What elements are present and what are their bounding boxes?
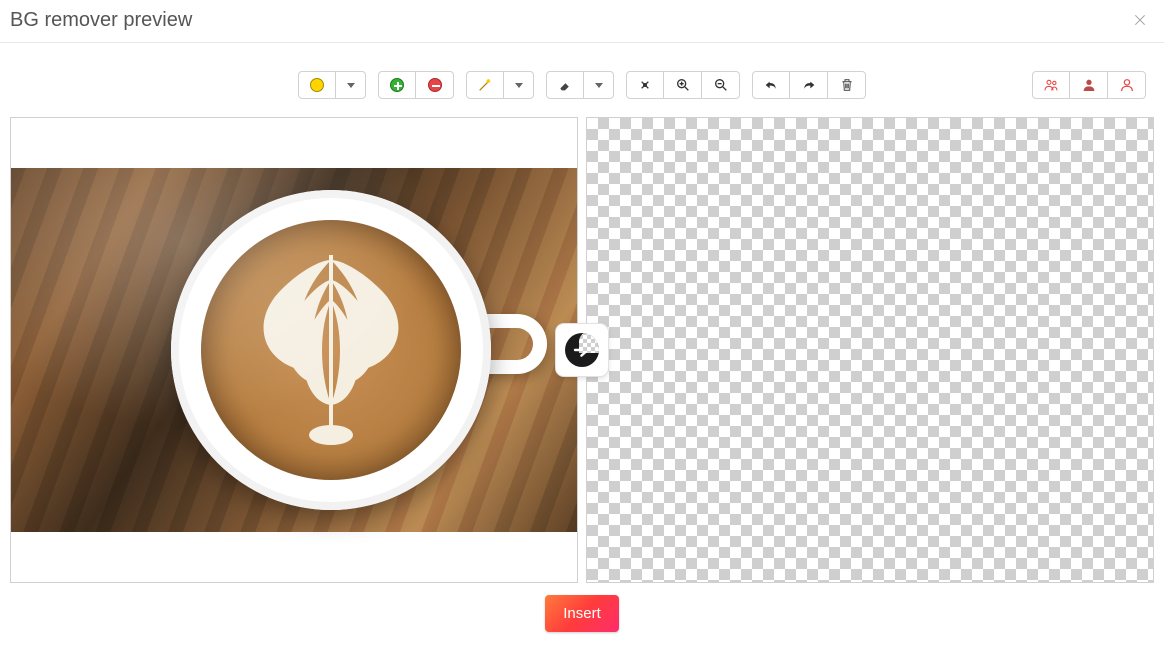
redo-button[interactable] bbox=[790, 71, 828, 99]
caret-down-icon bbox=[515, 83, 523, 88]
magic-wand-icon bbox=[477, 77, 493, 93]
eraser-dropdown[interactable] bbox=[584, 71, 614, 99]
coffee-surface bbox=[201, 220, 461, 480]
zoom-in-button[interactable] bbox=[664, 71, 702, 99]
person-solid-icon bbox=[1081, 77, 1097, 93]
wand-group bbox=[466, 71, 534, 99]
cup-handle bbox=[467, 314, 547, 374]
mode-group bbox=[298, 71, 366, 99]
delete-button[interactable] bbox=[828, 71, 866, 99]
redo-icon bbox=[801, 77, 817, 93]
minus-circle-icon bbox=[428, 78, 442, 92]
people-icon bbox=[1043, 77, 1059, 93]
move-tool-button[interactable] bbox=[626, 71, 664, 99]
person-solid-button[interactable] bbox=[1070, 71, 1108, 99]
original-pane[interactable] bbox=[10, 117, 578, 583]
eraser-icon bbox=[557, 77, 573, 93]
wand-dropdown[interactable] bbox=[504, 71, 534, 99]
arrow-circle-icon bbox=[565, 333, 599, 367]
magic-wand-button[interactable] bbox=[466, 71, 504, 99]
caret-down-icon bbox=[595, 83, 603, 88]
mode-button[interactable] bbox=[298, 71, 336, 99]
zoom-out-icon bbox=[713, 77, 729, 93]
history-group bbox=[752, 71, 866, 99]
process-arrow-badge[interactable] bbox=[556, 324, 608, 376]
view-group bbox=[626, 71, 740, 99]
dialog-title: BG remover preview bbox=[10, 9, 192, 32]
dialog-header: BG remover preview bbox=[0, 0, 1164, 43]
mode-dropdown[interactable] bbox=[336, 71, 366, 99]
zoom-in-icon bbox=[675, 77, 691, 93]
close-icon bbox=[1132, 12, 1148, 28]
result-pane[interactable] bbox=[586, 117, 1154, 583]
zoom-out-button[interactable] bbox=[702, 71, 740, 99]
toolbar bbox=[0, 43, 1164, 117]
add-marker-button[interactable] bbox=[378, 71, 416, 99]
caret-down-icon bbox=[347, 83, 355, 88]
close-button[interactable] bbox=[1128, 8, 1152, 32]
eraser-group bbox=[546, 71, 614, 99]
transparent-checker bbox=[587, 118, 1153, 582]
eraser-button[interactable] bbox=[546, 71, 584, 99]
undo-button[interactable] bbox=[752, 71, 790, 99]
trash-icon bbox=[839, 77, 855, 93]
plus-circle-icon bbox=[390, 78, 404, 92]
person-outline-icon bbox=[1119, 77, 1135, 93]
person-outline-button[interactable] bbox=[1108, 71, 1146, 99]
people-mask-button[interactable] bbox=[1032, 71, 1070, 99]
yellow-dot-icon bbox=[310, 78, 324, 92]
cup-plate bbox=[171, 190, 491, 510]
preview-panes bbox=[0, 117, 1164, 583]
subject-group bbox=[1032, 71, 1146, 99]
crosshair-icon bbox=[637, 77, 653, 93]
marker-group bbox=[378, 71, 454, 99]
remove-marker-button[interactable] bbox=[416, 71, 454, 99]
original-image bbox=[11, 168, 577, 532]
undo-icon bbox=[763, 77, 779, 93]
insert-button[interactable]: Insert bbox=[545, 595, 619, 632]
latte-art bbox=[201, 220, 461, 480]
dialog-footer: Insert bbox=[0, 583, 1164, 632]
